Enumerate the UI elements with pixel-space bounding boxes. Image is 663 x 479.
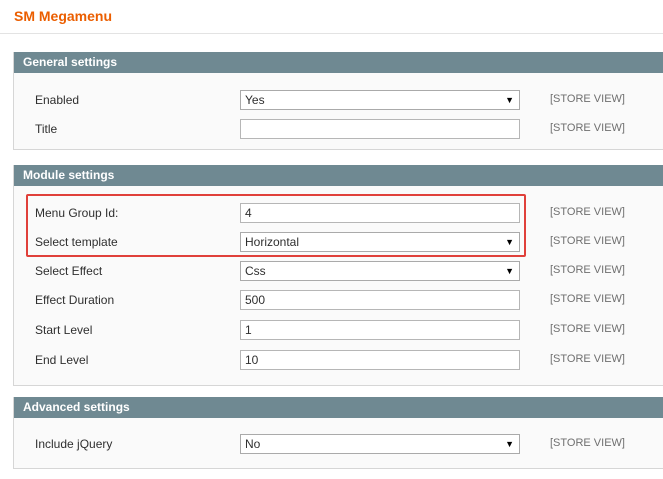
effect-duration-scope: [STORE VIEW] (550, 293, 625, 305)
title-scope: [STORE VIEW] (550, 122, 625, 134)
chevron-down-icon: ▼ (505, 439, 514, 449)
page-title: SM Megamenu (14, 8, 113, 24)
select-template-row: Select template Horizontal ▼ [STORE VIEW… (14, 232, 663, 254)
module-settings-header[interactable]: Module settings (14, 165, 663, 186)
include-jquery-scope: [STORE VIEW] (550, 437, 625, 449)
effect-duration-row: Effect Duration [STORE VIEW] (14, 290, 663, 312)
advanced-settings-section: Advanced settings Include jQuery No ▼ [S… (13, 397, 663, 469)
include-jquery-value: No (245, 437, 261, 451)
select-effect-row: Select Effect Css ▼ [STORE VIEW] (14, 261, 663, 283)
select-effect-scope: [STORE VIEW] (550, 264, 625, 276)
select-effect-value: Css (245, 264, 266, 278)
start-level-label: Start Level (35, 323, 93, 337)
end-level-row: End Level [STORE VIEW] (14, 350, 663, 372)
menu-group-id-row: Menu Group Id: [STORE VIEW] (14, 203, 663, 225)
general-settings-header[interactable]: General settings (14, 52, 663, 73)
include-jquery-label: Include jQuery (35, 437, 113, 451)
enabled-select[interactable]: Yes ▼ (240, 90, 520, 110)
general-settings-section: General settings Enabled Yes ▼ [STORE VI… (13, 52, 663, 150)
chevron-down-icon: ▼ (505, 266, 514, 276)
select-template-scope: [STORE VIEW] (550, 235, 625, 247)
select-template-label: Select template (35, 235, 118, 249)
menu-group-id-label: Menu Group Id: (35, 206, 119, 220)
start-level-row: Start Level [STORE VIEW] (14, 320, 663, 342)
include-jquery-select[interactable]: No ▼ (240, 434, 520, 454)
title-input[interactable] (240, 119, 520, 139)
end-level-scope: [STORE VIEW] (550, 353, 625, 365)
start-level-scope: [STORE VIEW] (550, 323, 625, 335)
enabled-select-value: Yes (245, 93, 265, 107)
select-effect-select[interactable]: Css ▼ (240, 261, 520, 281)
effect-duration-label: Effect Duration (35, 293, 115, 307)
menu-group-id-input[interactable] (240, 203, 520, 223)
effect-duration-input[interactable] (240, 290, 520, 310)
end-level-input[interactable] (240, 350, 520, 370)
start-level-input[interactable] (240, 320, 520, 340)
enabled-label: Enabled (35, 93, 80, 107)
chevron-down-icon: ▼ (505, 95, 514, 105)
menu-group-id-scope: [STORE VIEW] (550, 206, 625, 218)
select-effect-label: Select Effect (35, 264, 103, 278)
include-jquery-row: Include jQuery No ▼ [STORE VIEW] (14, 434, 663, 456)
title-row: Title [STORE VIEW] (14, 119, 663, 141)
title-divider (0, 33, 663, 34)
module-settings-section: Module settings Menu Group Id: [STORE VI… (13, 165, 663, 386)
advanced-settings-header[interactable]: Advanced settings (14, 397, 663, 418)
title-label: Title (35, 122, 58, 136)
enabled-row: Enabled Yes ▼ [STORE VIEW] (14, 90, 663, 112)
select-template-value: Horizontal (245, 235, 300, 249)
end-level-label: End Level (35, 353, 89, 367)
chevron-down-icon: ▼ (505, 237, 514, 247)
enabled-scope: [STORE VIEW] (550, 93, 625, 105)
select-template-select[interactable]: Horizontal ▼ (240, 232, 520, 252)
